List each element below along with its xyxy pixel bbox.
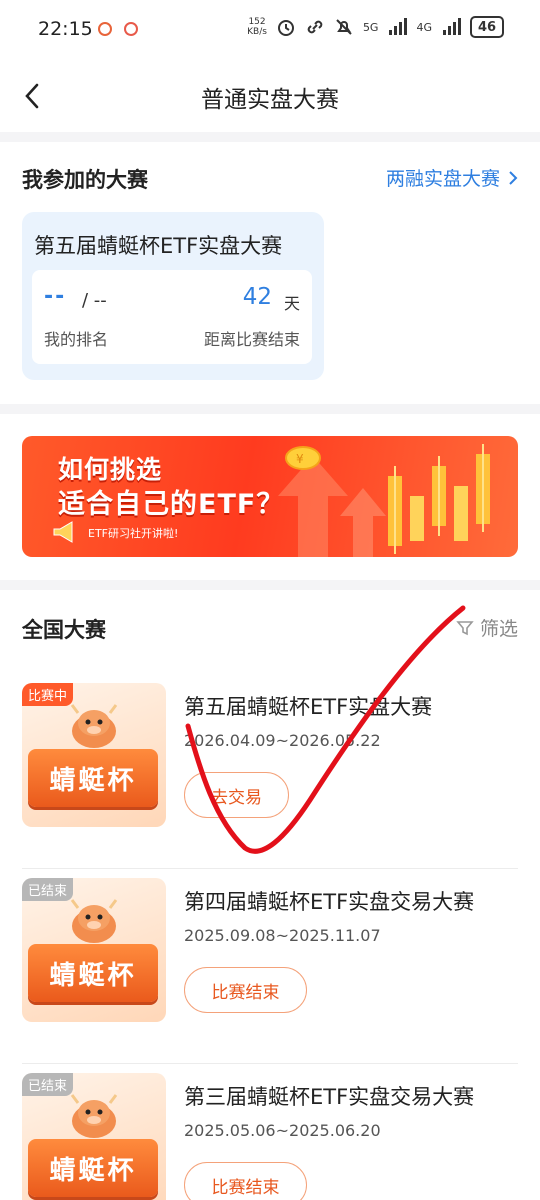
mute-icon	[336, 19, 352, 35]
contest-thumb-label: 蜻蜓杯	[28, 944, 158, 1002]
my-contest-card[interactable]: 第五届蜻蜓杯ETF实盘大赛 -- / -- 我的排名 42 天 距离比赛结束	[22, 212, 324, 380]
weibo-notification-icon	[98, 22, 112, 36]
margin-contest-label: 两融实盘大赛	[385, 168, 500, 190]
contest-thumbnail: 蜻蜓杯 比赛中	[22, 683, 166, 827]
signal-4g: 4G	[416, 20, 432, 34]
page-title: 普通实盘大赛	[201, 87, 339, 113]
contest-item[interactable]: 蜻蜓杯 比赛中 第五届蜻蜓杯ETF实盘大赛 2026.04.09~2026.05…	[22, 683, 518, 869]
link-icon	[307, 20, 323, 34]
contest-dates: 2026.04.09~2026.05.22	[184, 731, 381, 750]
contest-thumb-label: 蜻蜓杯	[28, 749, 158, 807]
cow-mascot-icon	[70, 899, 118, 943]
banner-subtitle: ETF研习社开讲啦!	[88, 527, 179, 540]
alarm-icon	[277, 20, 294, 36]
contest-thumbnail: 蜻蜓杯 已结束	[22, 878, 166, 1022]
contest-ended-button[interactable]: 比赛结束	[184, 1162, 307, 1200]
trade-button[interactable]: 去交易	[184, 772, 289, 818]
rank-label: 我的排名	[44, 330, 109, 349]
filter-label: 筛选	[479, 618, 518, 640]
contest-thumb-label: 蜻蜓杯	[28, 1139, 158, 1197]
page-header: 普通实盘大赛	[0, 60, 540, 132]
cow-mascot-icon	[70, 1094, 118, 1138]
signal-bars-icon	[389, 18, 408, 35]
status-indicators: 152 KB/s 5G 4G 46	[247, 16, 504, 38]
days-remaining-value: 42	[242, 284, 272, 310]
chevron-right-icon	[509, 170, 518, 185]
contest-name: 第五届蜻蜓杯ETF实盘大赛	[184, 695, 433, 719]
filter-icon	[456, 620, 474, 635]
national-contests-section: 全国大赛 筛选 蜻蜓杯 比赛中 第五届蜻蜓杯ETF实盘大赛 2026.04.09…	[0, 590, 540, 1200]
days-unit: 天	[283, 294, 300, 313]
status-time: 22:15	[38, 18, 93, 40]
days-remaining-label: 距离比赛结束	[203, 330, 300, 349]
megaphone-icon	[53, 521, 73, 543]
network-speed: 152 KB/s	[247, 17, 267, 37]
banner-line2: 适合自己的ETF？	[58, 489, 285, 520]
my-contests-title: 我参加的大赛	[22, 168, 148, 192]
network-speed-unit: KB/s	[247, 27, 267, 37]
margin-contest-link[interactable]: 两融实盘大赛	[386, 164, 518, 191]
contest-name: 第四届蜻蜓杯ETF实盘交易大赛	[184, 890, 475, 914]
app-notification-icon	[124, 22, 138, 36]
banner-chart-illustration: ¥	[278, 444, 490, 557]
status-badge: 已结束	[22, 1073, 74, 1096]
banner-line1: 如何挑选	[58, 455, 163, 484]
rank-value: --	[44, 284, 67, 309]
signal-bars-2-icon	[443, 18, 461, 35]
status-badge: 比赛中	[22, 683, 74, 706]
my-contest-name: 第五届蜻蜓杯ETF实盘大赛	[34, 234, 283, 258]
cow-mascot-icon	[70, 704, 118, 748]
banner-section: ¥ 如何挑选 适合自己的ETF？ ETF研习社开讲啦!	[0, 414, 540, 580]
national-contests-title: 全国大赛	[22, 618, 106, 642]
contest-item[interactable]: 蜻蜓杯 已结束 第三届蜻蜓杯ETF实盘交易大赛 2025.05.06~2025.…	[22, 1073, 518, 1200]
rank-total: / --	[82, 290, 107, 311]
my-contests-section: 我参加的大赛 两融实盘大赛 第五届蜻蜓杯ETF实盘大赛 -- / -- 我的排名…	[0, 142, 540, 404]
signal-5g: 5G	[362, 20, 379, 34]
status-bar: 22:15 152 KB/s 5G 4G 46	[0, 0, 540, 60]
contest-item[interactable]: 蜻蜓杯 已结束 第四届蜻蜓杯ETF实盘交易大赛 2025.09.08~2025.…	[22, 878, 518, 1064]
contest-dates: 2025.09.08~2025.11.07	[184, 926, 381, 945]
network-speed-value: 152	[248, 17, 266, 27]
contest-ended-button[interactable]: 比赛结束	[184, 967, 307, 1013]
battery-indicator: 46	[470, 16, 504, 38]
status-badge: 已结束	[22, 878, 74, 901]
contest-name: 第三届蜻蜓杯ETF实盘交易大赛	[184, 1085, 475, 1109]
my-contest-stats: -- / -- 我的排名 42 天 距离比赛结束	[32, 270, 312, 364]
contest-thumbnail: 蜻蜓杯 已结束	[22, 1073, 166, 1200]
etf-promo-banner[interactable]: ¥ 如何挑选 适合自己的ETF？ ETF研习社开讲啦!	[22, 436, 518, 557]
svg-text:¥: ¥	[296, 452, 304, 466]
contest-dates: 2025.05.06~2025.06.20	[184, 1121, 381, 1140]
filter-button[interactable]: 筛选	[456, 614, 518, 641]
